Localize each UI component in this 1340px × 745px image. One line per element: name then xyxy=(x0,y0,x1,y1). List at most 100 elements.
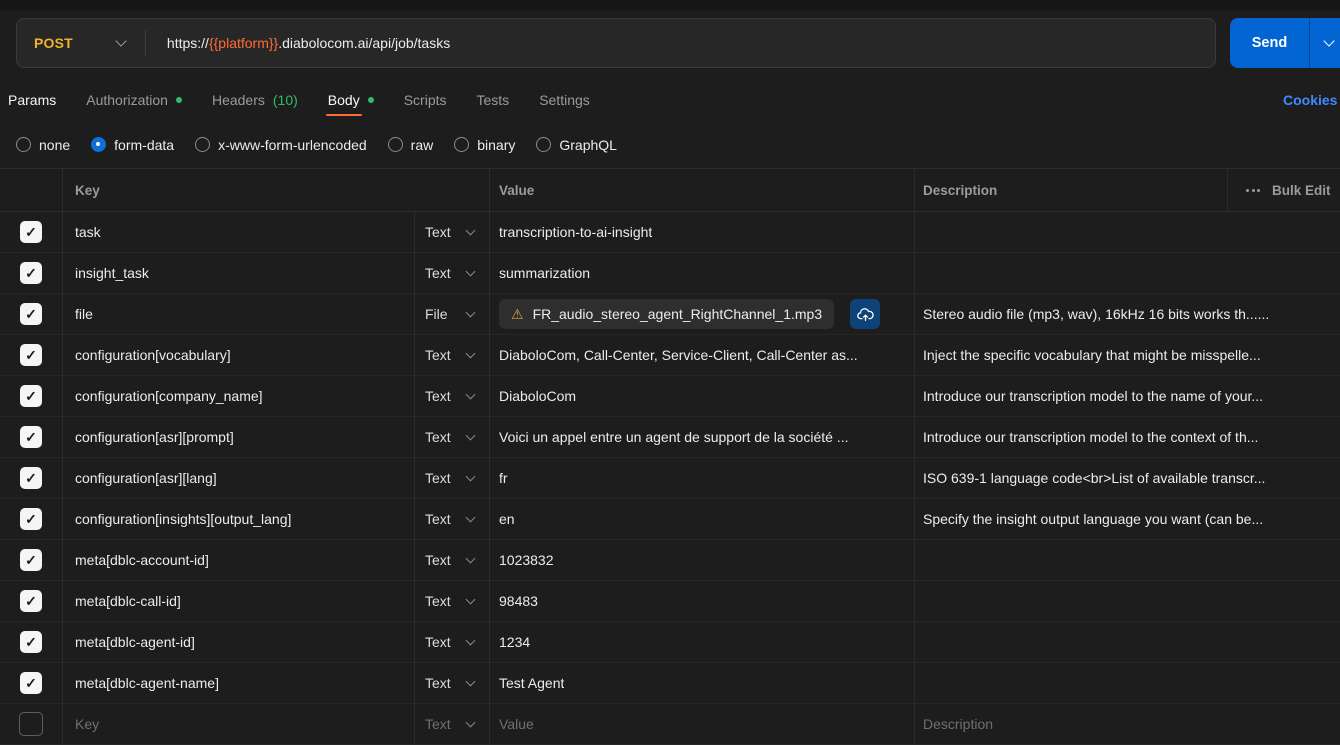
row-checkbox[interactable]: ✓ xyxy=(20,631,42,653)
key-cell[interactable]: configuration[asr][lang] xyxy=(63,458,415,498)
row-checkbox[interactable]: ✓ xyxy=(20,590,42,612)
value-placeholder[interactable]: Value xyxy=(499,716,534,732)
key-cell[interactable]: task xyxy=(63,212,415,252)
description-cell[interactable]: Introduce our transcription model to the… xyxy=(915,376,1340,416)
row-checkbox[interactable]: ✓ xyxy=(20,385,42,407)
value-cell[interactable]: 1234 xyxy=(490,622,915,662)
tab-scripts[interactable]: Scripts xyxy=(404,83,447,116)
checkbox-cell: ✓ xyxy=(0,499,63,539)
body-mode-raw[interactable]: raw xyxy=(388,137,434,153)
tab-params[interactable]: Params xyxy=(8,83,56,116)
type-label: Text xyxy=(425,347,451,363)
type-select[interactable]: Text xyxy=(415,253,490,293)
table-new-row[interactable]: Key Text Value Description xyxy=(0,704,1340,745)
key-placeholder[interactable]: Key xyxy=(75,716,99,732)
value-cell[interactable]: Voici un appel entre un agent de support… xyxy=(490,417,915,457)
body-mode-graphql[interactable]: GraphQL xyxy=(536,137,617,153)
body-mode-label: raw xyxy=(411,137,434,153)
send-label[interactable]: Send xyxy=(1230,18,1310,68)
description-cell[interactable]: Stereo audio file (mp3, wav), 16kHz 16 b… xyxy=(915,294,1340,334)
radio-icon[interactable] xyxy=(91,137,106,152)
radio-icon[interactable] xyxy=(195,137,210,152)
tab-settings[interactable]: Settings xyxy=(539,83,590,116)
request-url-bar[interactable]: POST https://{{platform}}.diabolocom.ai/… xyxy=(16,18,1216,68)
send-options-caret[interactable] xyxy=(1310,18,1340,68)
body-mode-none[interactable]: none xyxy=(16,137,70,153)
radio-icon[interactable] xyxy=(536,137,551,152)
type-select[interactable]: Text xyxy=(415,704,490,744)
description-cell[interactable] xyxy=(915,622,1340,662)
key-cell[interactable]: meta[dblc-agent-id] xyxy=(63,622,415,662)
description-cell[interactable]: ISO 639-1 language code<br>List of avail… xyxy=(915,458,1340,498)
value-cell[interactable]: transcription-to-ai-insight xyxy=(490,212,915,252)
cookies-link[interactable]: Cookies xyxy=(1283,83,1337,116)
description-cell[interactable] xyxy=(915,253,1340,293)
type-select[interactable]: Text xyxy=(415,417,490,457)
type-select[interactable]: Text xyxy=(415,335,490,375)
key-cell[interactable]: configuration[insights][output_lang] xyxy=(63,499,415,539)
type-select[interactable]: Text xyxy=(415,622,490,662)
value-cell[interactable]: 98483 xyxy=(490,581,915,621)
url-input[interactable]: https://{{platform}}.diabolocom.ai/api/j… xyxy=(167,35,450,51)
method-label: POST xyxy=(34,35,73,51)
row-checkbox[interactable]: ✓ xyxy=(20,549,42,571)
type-select[interactable]: Text xyxy=(415,212,490,252)
tab-tests[interactable]: Tests xyxy=(477,83,510,116)
row-checkbox[interactable]: ✓ xyxy=(20,672,42,694)
tab-headers[interactable]: Headers (10) xyxy=(212,83,298,116)
value-cell[interactable]: en xyxy=(490,499,915,539)
description-cell[interactable]: Introduce our transcription model to the… xyxy=(915,417,1340,457)
send-button[interactable]: Send xyxy=(1230,18,1340,68)
description-cell[interactable] xyxy=(915,663,1340,703)
key-cell[interactable]: configuration[company_name] xyxy=(63,376,415,416)
row-checkbox[interactable]: ✓ xyxy=(20,467,42,489)
key-cell[interactable]: insight_task xyxy=(63,253,415,293)
description-cell[interactable] xyxy=(915,540,1340,580)
value-cell[interactable]: DiaboloCom, Call-Center, Service-Client,… xyxy=(490,335,915,375)
description-placeholder[interactable]: Description xyxy=(923,716,993,732)
row-checkbox[interactable] xyxy=(19,712,43,736)
tab-authorization[interactable]: Authorization xyxy=(86,83,182,116)
upload-file-button[interactable] xyxy=(850,299,880,329)
row-checkbox[interactable]: ✓ xyxy=(20,426,42,448)
radio-icon[interactable] xyxy=(454,137,469,152)
radio-icon[interactable] xyxy=(388,137,403,152)
type-select[interactable]: Text xyxy=(415,458,490,498)
key-cell[interactable]: meta[dblc-call-id] xyxy=(63,581,415,621)
body-mode-form-data[interactable]: form-data xyxy=(91,137,174,153)
type-select[interactable]: Text xyxy=(415,663,490,703)
key-cell[interactable]: configuration[asr][prompt] xyxy=(63,417,415,457)
description-cell[interactable]: Specify the insight output language you … xyxy=(915,499,1340,539)
body-mode-x-www-form-urlencoded[interactable]: x-www-form-urlencoded xyxy=(195,137,367,153)
key-cell[interactable]: configuration[vocabulary] xyxy=(63,335,415,375)
value-cell[interactable]: DiaboloCom xyxy=(490,376,915,416)
description-cell[interactable]: Inject the specific vocabulary that migh… xyxy=(915,335,1340,375)
type-select[interactable]: Text xyxy=(415,376,490,416)
description-cell[interactable] xyxy=(915,581,1340,621)
checkbox-cell: ✓ xyxy=(0,663,63,703)
file-chip[interactable]: ⚠ FR_audio_stereo_agent_RightChannel_1.m… xyxy=(499,299,834,329)
key-cell[interactable]: file xyxy=(63,294,415,334)
value-cell[interactable]: 1023832 xyxy=(490,540,915,580)
value-cell[interactable]: fr xyxy=(490,458,915,498)
value-cell[interactable]: summarization xyxy=(490,253,915,293)
radio-icon[interactable] xyxy=(16,137,31,152)
row-checkbox[interactable]: ✓ xyxy=(20,508,42,530)
row-checkbox[interactable]: ✓ xyxy=(20,221,42,243)
method-select[interactable]: POST xyxy=(17,35,145,51)
key-cell[interactable]: meta[dblc-account-id] xyxy=(63,540,415,580)
tab-body[interactable]: Body xyxy=(328,83,374,116)
type-select[interactable]: File xyxy=(415,294,490,334)
value-cell[interactable]: Test Agent xyxy=(490,663,915,703)
type-select[interactable]: Text xyxy=(415,540,490,580)
type-select[interactable]: Text xyxy=(415,499,490,539)
type-select[interactable]: Text xyxy=(415,581,490,621)
row-checkbox[interactable]: ✓ xyxy=(20,303,42,325)
value-cell[interactable]: ⚠ FR_audio_stereo_agent_RightChannel_1.m… xyxy=(490,294,915,334)
bulk-edit-toggle[interactable]: Bulk Edit xyxy=(1228,169,1340,211)
row-checkbox[interactable]: ✓ xyxy=(20,262,42,284)
description-cell[interactable] xyxy=(915,212,1340,252)
row-checkbox[interactable]: ✓ xyxy=(20,344,42,366)
key-cell[interactable]: meta[dblc-agent-name] xyxy=(63,663,415,703)
body-mode-binary[interactable]: binary xyxy=(454,137,515,153)
